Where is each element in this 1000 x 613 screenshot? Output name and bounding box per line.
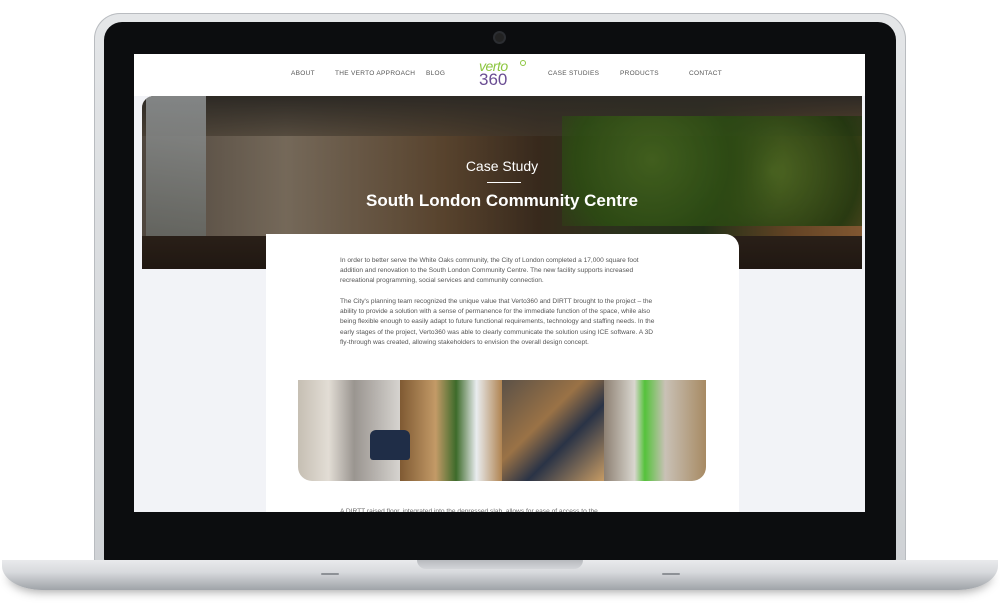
gallery-photo-lounge[interactable] [502, 380, 604, 481]
laptop-foot [321, 573, 339, 575]
gallery-photo-seating[interactable] [604, 380, 706, 481]
verto360-logo[interactable]: verto 360 [477, 58, 527, 92]
laptop-screen: ABOUT THE VERTO APPROACH BLOG verto 360 … [134, 54, 865, 512]
gallery-photo-chair [370, 430, 410, 460]
logo-degree-icon [520, 60, 526, 66]
body-paragraph: In order to better serve the White Oaks … [340, 257, 639, 285]
laptop-notch [417, 560, 583, 569]
body-paragraph: The City's planning team recognized the … [340, 298, 655, 346]
body-paragraph-partial: A DIRTT raised floor, integrated into th… [340, 508, 598, 512]
nav-blog[interactable]: BLOG [426, 70, 445, 77]
nav-products[interactable]: PRODUCTS [620, 70, 659, 77]
nav-contact[interactable]: CONTACT [689, 70, 722, 77]
hero-divider [487, 182, 521, 183]
nav-about[interactable]: ABOUT [291, 70, 315, 77]
photo-gallery [298, 380, 706, 481]
laptop-foot [662, 573, 680, 575]
webcam-icon [495, 33, 504, 42]
gallery-photo-atrium[interactable] [400, 380, 502, 481]
page-title: South London Community Centre [366, 191, 638, 210]
nav-verto-approach[interactable]: THE VERTO APPROACH [335, 70, 415, 77]
logo-360-text: 360 [479, 70, 508, 89]
top-navigation: ABOUT THE VERTO APPROACH BLOG verto 360 … [134, 54, 865, 96]
nav-case-studies[interactable]: CASE STUDIES [548, 70, 599, 77]
hero-kicker: Case Study [465, 158, 539, 174]
